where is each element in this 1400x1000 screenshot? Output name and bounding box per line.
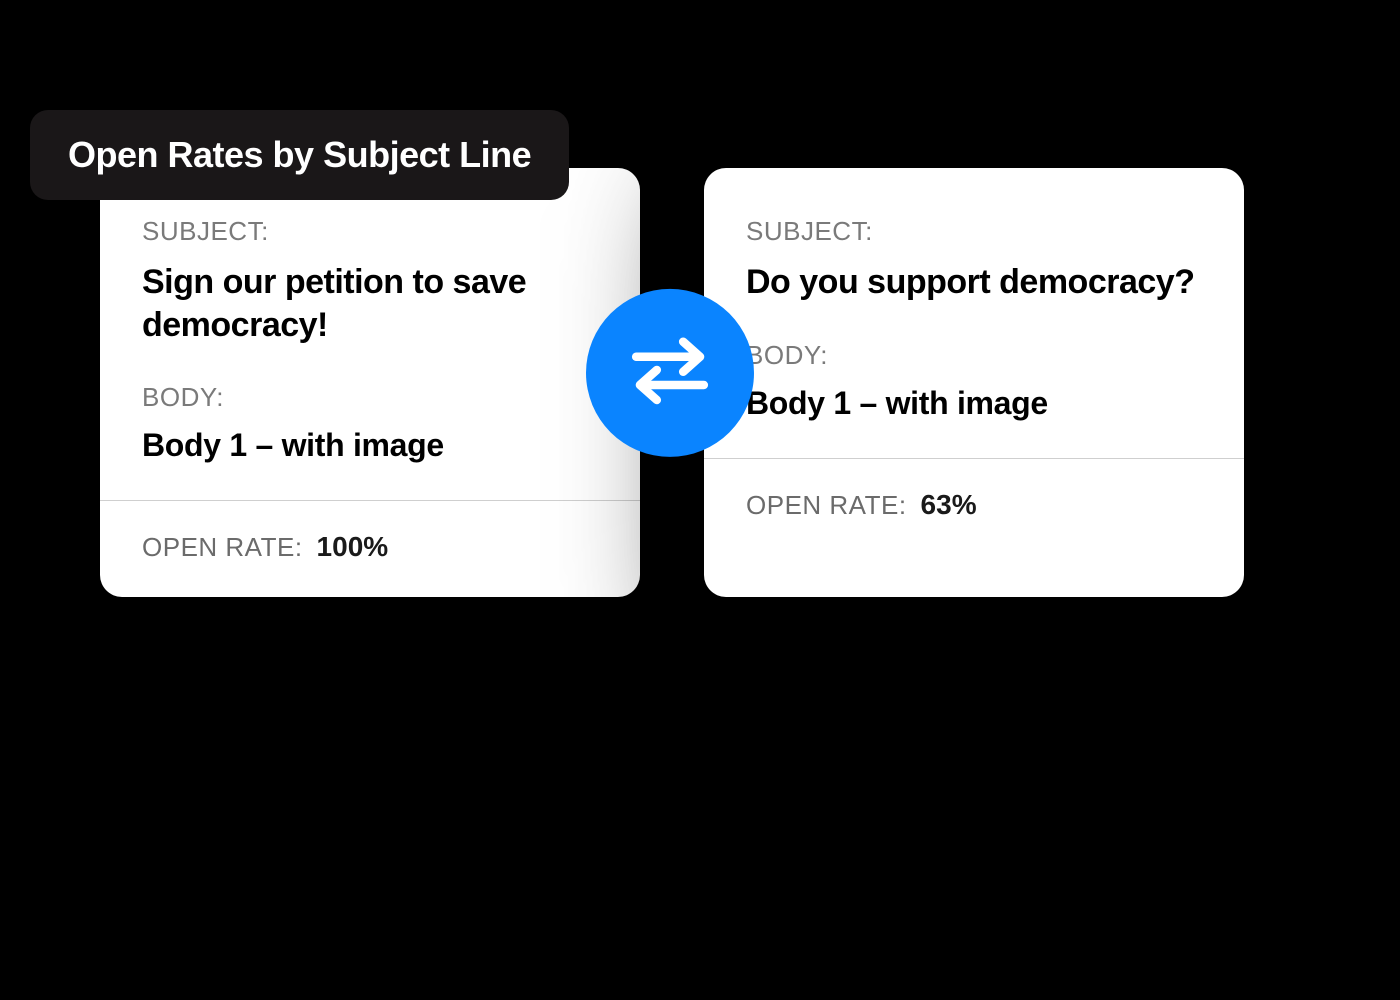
subject-label: SUBJECT: <box>142 216 598 247</box>
body-value: Body 1 – with image <box>746 385 1202 422</box>
card-body: SUBJECT: Sign our petition to save democ… <box>100 168 640 500</box>
section-title-pill: Open Rates by Subject Line <box>30 110 569 200</box>
subject-value: Do you support democracy? <box>746 261 1202 304</box>
swap-arrows-icon <box>623 323 717 422</box>
card-body: SUBJECT: Do you support democracy? BODY:… <box>704 168 1244 458</box>
variant-card-a: SUBJECT: Sign our petition to save democ… <box>100 168 640 597</box>
open-rate-value: 63% <box>921 489 977 521</box>
variant-card-b: SUBJECT: Do you support democracy? BODY:… <box>704 168 1244 597</box>
subject-value: Sign our petition to save democracy! <box>142 261 598 346</box>
open-rate-value: 100% <box>317 531 389 563</box>
open-rate-label: OPEN RATE: <box>746 490 907 521</box>
card-footer: OPEN RATE: 63% <box>704 458 1244 555</box>
open-rate-label: OPEN RATE: <box>142 532 303 563</box>
section-title: Open Rates by Subject Line <box>68 134 531 175</box>
cards-row: SUBJECT: Sign our petition to save democ… <box>30 168 1310 597</box>
body-label: BODY: <box>142 382 598 413</box>
swap-badge <box>586 288 754 456</box>
card-footer: OPEN RATE: 100% <box>100 500 640 597</box>
subject-label: SUBJECT: <box>746 216 1202 247</box>
body-value: Body 1 – with image <box>142 427 598 464</box>
body-label: BODY: <box>746 340 1202 371</box>
comparison-container: Open Rates by Subject Line SUBJECT: Sign… <box>30 110 1310 597</box>
